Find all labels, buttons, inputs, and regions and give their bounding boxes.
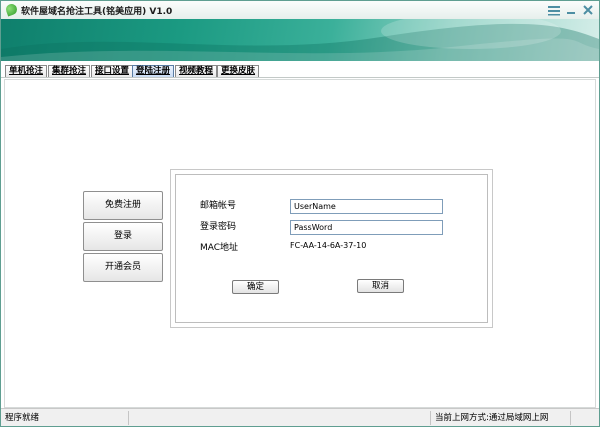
main-content: 免费注册 登录 开通会员 邮箱帐号 登录密码 MAC地址 FC-AA-14-6A… (4, 79, 596, 408)
login-form-panel: 邮箱帐号 登录密码 MAC地址 FC-AA-14-6A-37-10 确定 取消 (170, 169, 493, 328)
open-vip-button[interactable]: 开通会员 (83, 253, 163, 282)
resize-grip[interactable] (571, 411, 599, 425)
status-ready: 程序就绪 (1, 411, 129, 425)
settings-icon[interactable] (547, 4, 561, 17)
tab-cluster-register[interactable]: 集群抢注 (48, 65, 91, 77)
mac-value: FC-AA-14-6A-37-10 (290, 241, 367, 250)
password-label: 登录密码 (200, 222, 237, 232)
status-empty (129, 411, 431, 425)
close-icon[interactable] (581, 4, 595, 17)
confirm-button[interactable]: 确定 (232, 280, 279, 294)
login-form-inner: 邮箱帐号 登录密码 MAC地址 FC-AA-14-6A-37-10 确定 取消 (175, 174, 488, 323)
tab-bar: 单机抢注 集群抢注 接口设置 登陆注册 视频教程 更换皮肤 (1, 61, 599, 78)
header-banner (1, 19, 599, 61)
window-title: 软件屋域名抢注工具(铭美应用) V1.0 (21, 7, 173, 17)
tab-video-tutorial[interactable]: 视频教程 (175, 65, 218, 77)
email-label: 邮箱帐号 (200, 201, 237, 211)
minimize-icon[interactable] (564, 4, 578, 17)
login-button[interactable]: 登录 (83, 222, 163, 251)
password-input[interactable] (290, 220, 443, 235)
tab-single-register[interactable]: 单机抢注 (5, 65, 48, 77)
status-bar: 程序就绪 当前上网方式:通过局域网上网 (1, 408, 599, 426)
tab-change-skin[interactable]: 更换皮肤 (217, 65, 260, 77)
tab-api-settings[interactable]: 接口设置 (91, 65, 134, 77)
cancel-button[interactable]: 取消 (357, 279, 404, 293)
banner-decoration (1, 19, 599, 61)
leaf-icon (4, 2, 19, 17)
mac-label: MAC地址 (200, 243, 239, 253)
tab-login-register[interactable]: 登陆注册 (132, 65, 175, 77)
app-window: 软件屋域名抢注工具(铭美应用) V1.0 单机抢注 集群抢注 接口设置 登陆注册… (0, 0, 600, 427)
email-input[interactable] (290, 199, 443, 214)
title-bar: 软件屋域名抢注工具(铭美应用) V1.0 (1, 1, 599, 19)
status-network: 当前上网方式:通过局域网上网 (431, 411, 571, 425)
free-register-button[interactable]: 免费注册 (83, 191, 163, 220)
window-controls (547, 2, 595, 18)
